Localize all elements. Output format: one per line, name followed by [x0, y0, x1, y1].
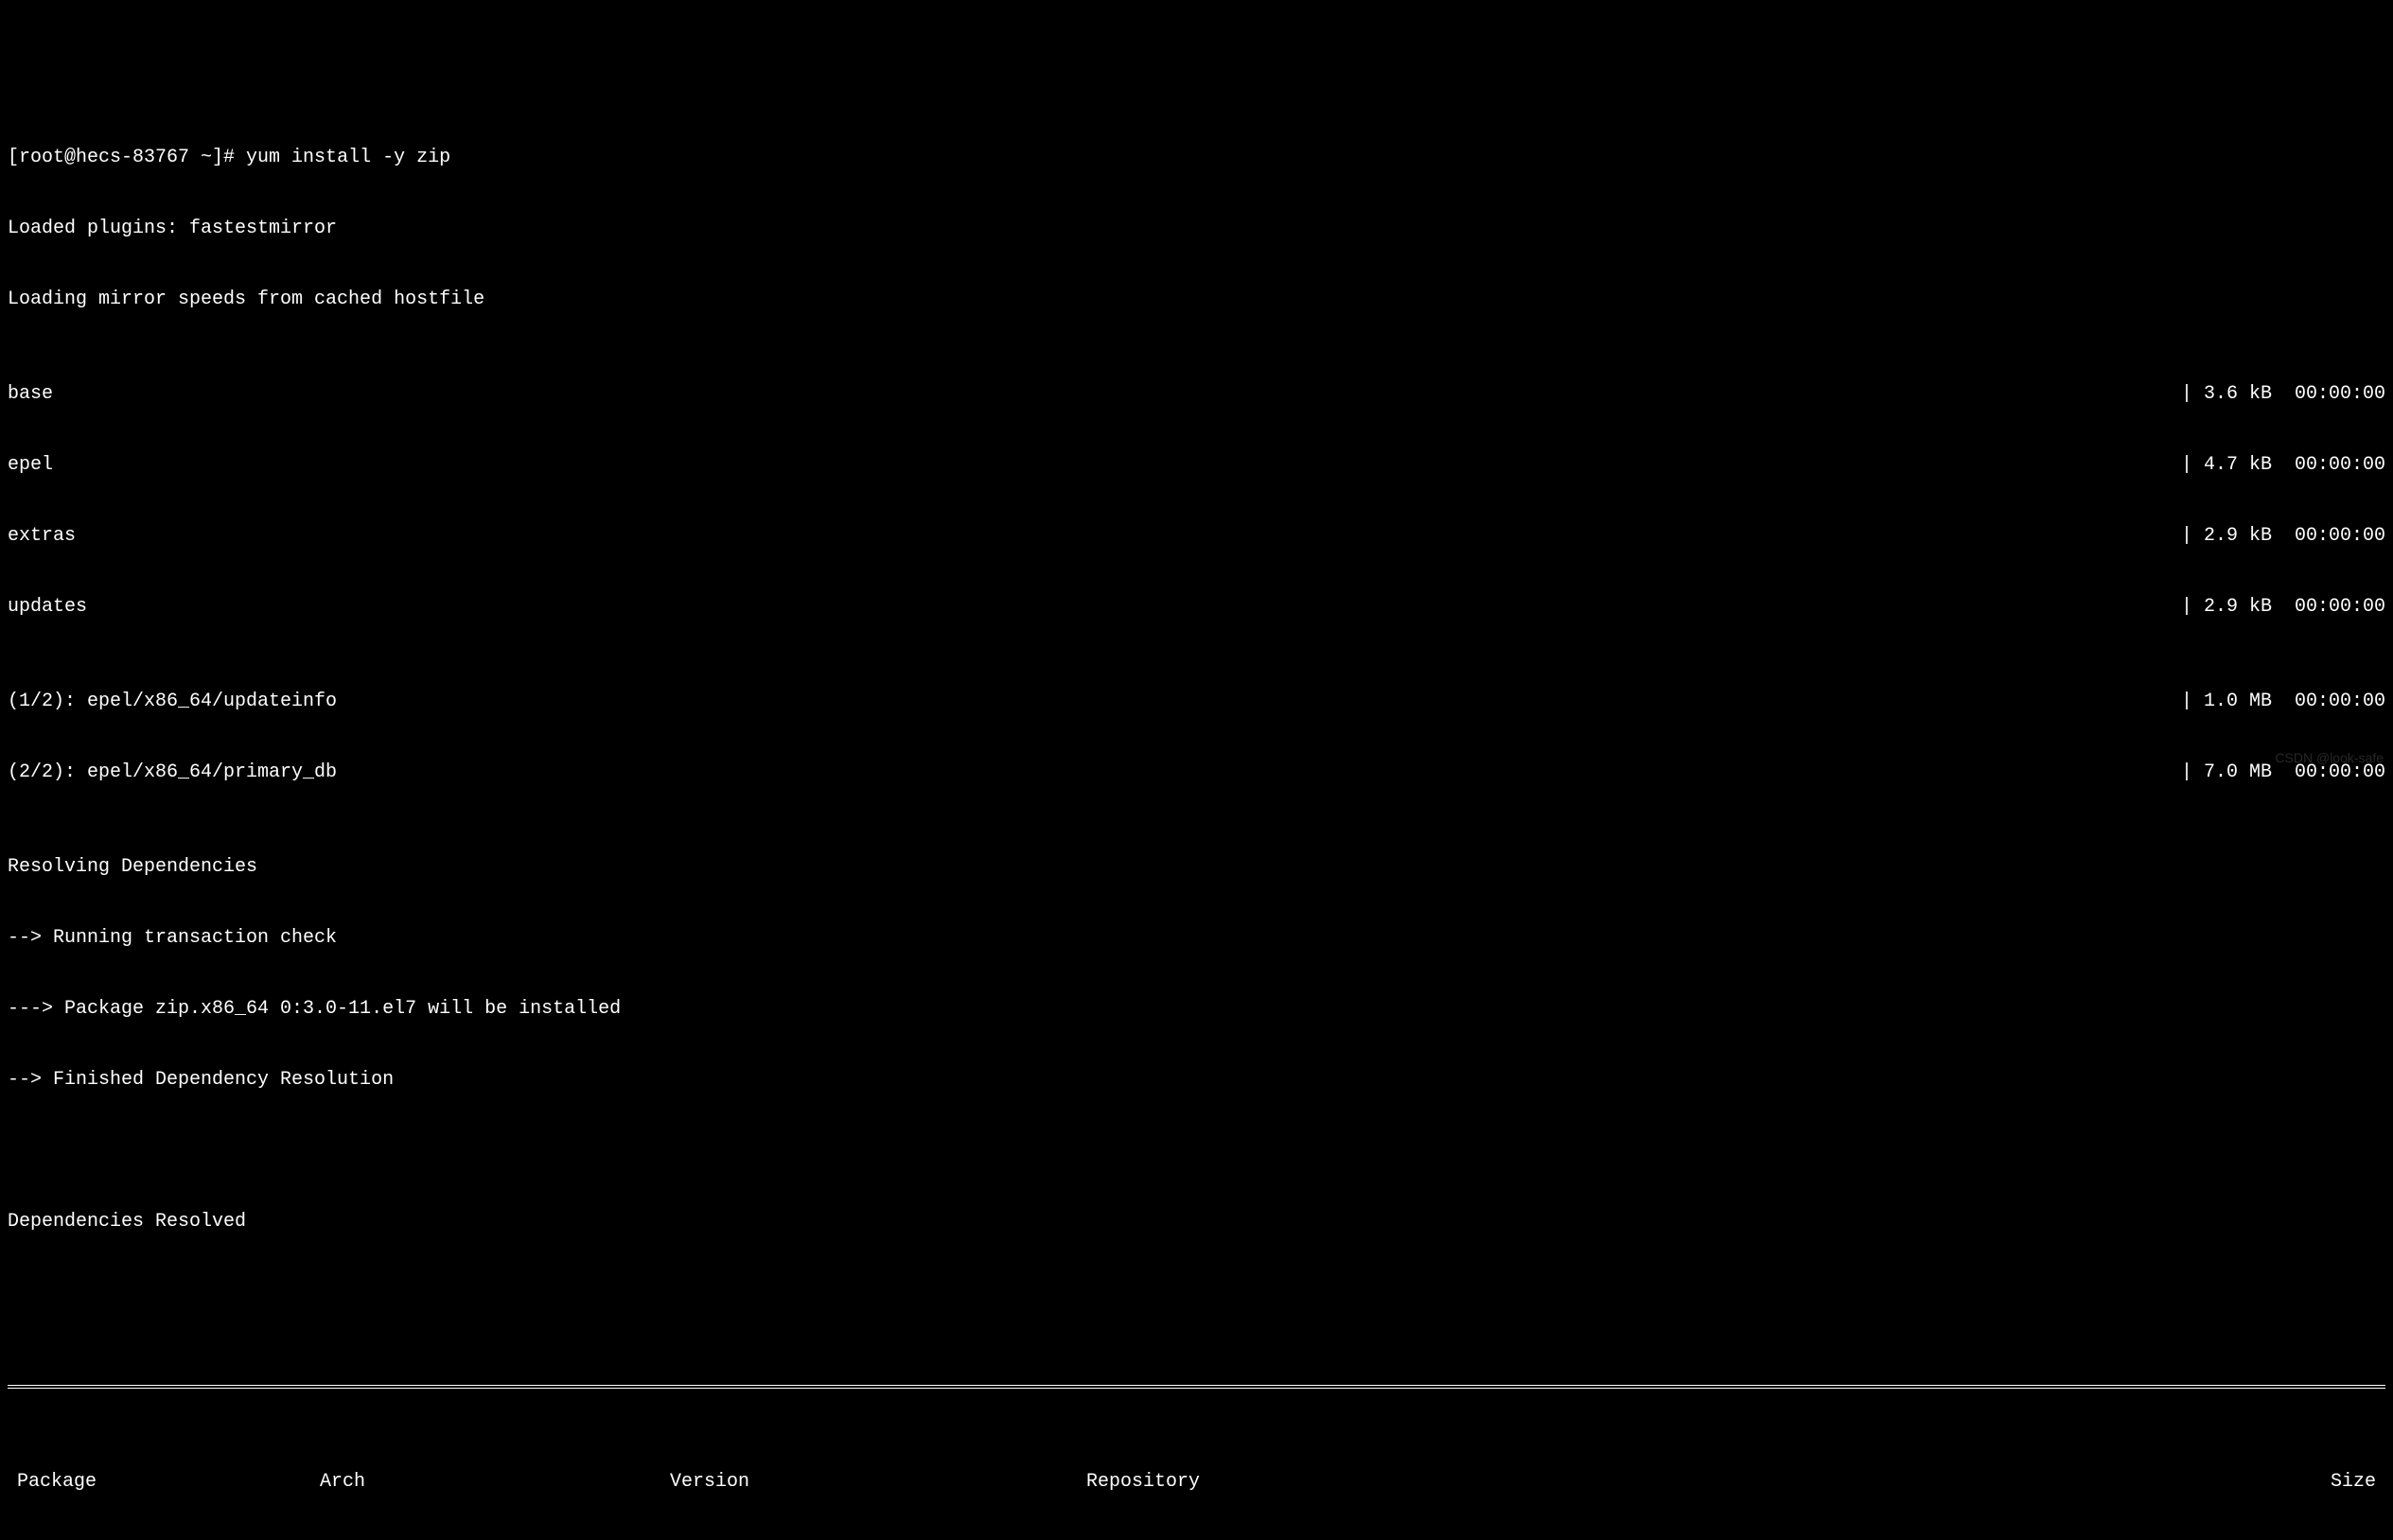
blank-line [8, 1139, 2385, 1163]
repo-stats: | 4.7 kB 00:00:00 [2181, 453, 2385, 477]
shell-prompt: [root@hecs-83767 ~]# [8, 147, 246, 168]
table-divider-top [8, 1375, 2385, 1399]
loading-mirror-line: Loading mirror speeds from cached hostfi… [8, 288, 2385, 311]
watermark: CSDN @look-safe [2275, 750, 2384, 767]
prompt-line: [root@hecs-83767 ~]# yum install -y zip [8, 146, 2385, 169]
repo-stats: | 2.9 kB 00:00:00 [2181, 595, 2385, 619]
deps-resolved-line: Dependencies Resolved [8, 1210, 2385, 1234]
header-size: Size [1408, 1470, 2385, 1494]
repo-name: updates [8, 595, 87, 619]
header-version: Version [670, 1470, 1086, 1494]
download-label: (2/2): epel/x86_64/primary_db [8, 761, 337, 784]
repo-row: updates | 2.9 kB 00:00:00 [8, 595, 2385, 619]
download-row: (2/2): epel/x86_64/primary_db | 7.0 MB 0… [8, 761, 2385, 784]
running-check-line: --> Running transaction check [8, 926, 2385, 950]
download-stats: | 1.0 MB 00:00:00 [2181, 690, 2385, 713]
header-package: Package [8, 1470, 320, 1494]
finished-resolution-line: --> Finished Dependency Resolution [8, 1068, 2385, 1092]
repo-name: epel [8, 453, 53, 477]
command-text: yum install -y zip [246, 147, 450, 168]
header-repository: Repository [1086, 1470, 1408, 1494]
repo-stats: | 3.6 kB 00:00:00 [2181, 382, 2385, 406]
download-label: (1/2): epel/x86_64/updateinfo [8, 690, 337, 713]
resolving-line: Resolving Dependencies [8, 855, 2385, 879]
repo-row: extras | 2.9 kB 00:00:00 [8, 524, 2385, 548]
download-row: (1/2): epel/x86_64/updateinfo | 1.0 MB 0… [8, 690, 2385, 713]
table-header-row: Package Arch Version Repository Size [8, 1470, 2385, 1494]
header-arch: Arch [320, 1470, 670, 1494]
terminal-output[interactable]: [root@hecs-83767 ~]# yum install -y zip … [8, 98, 2385, 1540]
loaded-plugins-line: Loaded plugins: fastestmirror [8, 217, 2385, 240]
repo-row: epel | 4.7 kB 00:00:00 [8, 453, 2385, 477]
repo-name: extras [8, 524, 76, 548]
repo-name: base [8, 382, 53, 406]
package-will-install-line: ---> Package zip.x86_64 0:3.0-11.el7 wil… [8, 997, 2385, 1021]
repo-row: base | 3.6 kB 00:00:00 [8, 382, 2385, 406]
blank-line [8, 1281, 2385, 1304]
repo-stats: | 2.9 kB 00:00:00 [2181, 524, 2385, 548]
